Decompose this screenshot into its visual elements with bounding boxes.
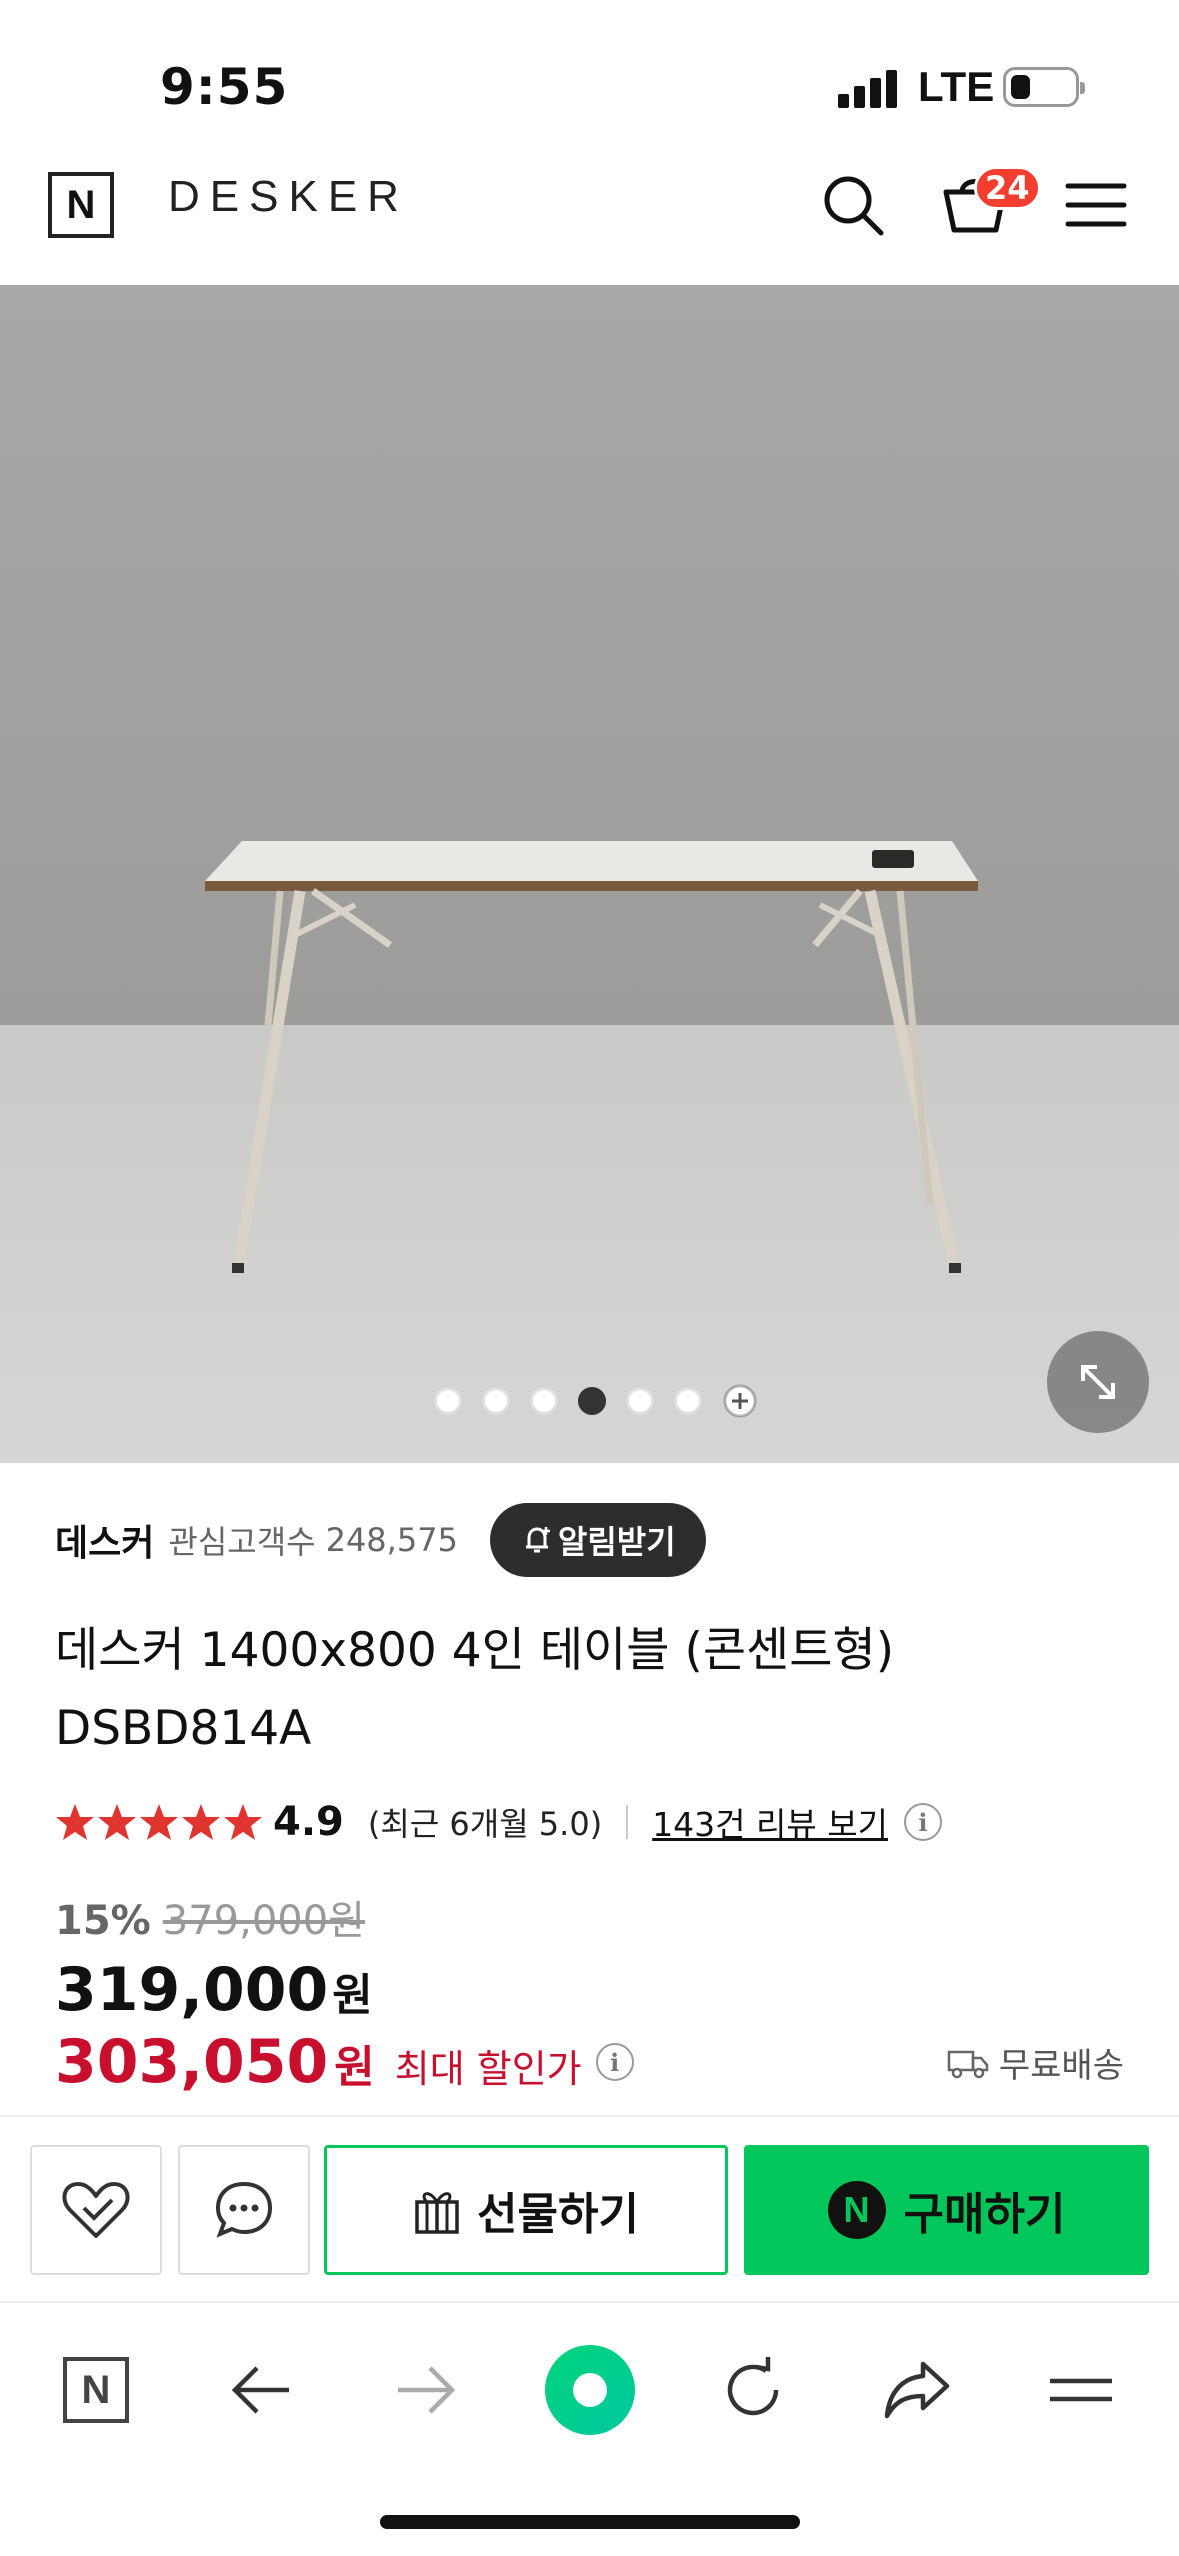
expand-icon bbox=[1081, 1365, 1115, 1399]
menu-icon bbox=[1050, 2378, 1112, 2402]
browser-toolbar: N bbox=[0, 2305, 1179, 2475]
pager-dot[interactable] bbox=[529, 1387, 558, 1415]
share-icon bbox=[884, 2361, 950, 2419]
fans-label: 관심고객수 bbox=[168, 1522, 316, 1561]
wishlist-button[interactable] bbox=[30, 2145, 162, 2275]
site-header: N DESKER 24 bbox=[0, 150, 1179, 285]
cart-count-badge: 24 bbox=[974, 166, 1041, 210]
gift-icon bbox=[415, 2192, 459, 2234]
max-discount-label[interactable]: 최대 할인가 bbox=[395, 2038, 582, 2093]
alert-button-label: 알림받기 bbox=[557, 1522, 676, 1561]
browser-home-button[interactable]: N bbox=[51, 2345, 141, 2435]
fans-count: 248,575 bbox=[325, 1520, 458, 1559]
free-shipping-label: 무료배송 bbox=[998, 2046, 1124, 2086]
more-images-icon[interactable] bbox=[722, 1383, 758, 1419]
browser-menu-button[interactable] bbox=[1036, 2345, 1126, 2435]
rating-stars bbox=[55, 1802, 263, 1842]
menu-icon[interactable] bbox=[1062, 170, 1132, 240]
signal-icon bbox=[838, 68, 898, 108]
product-title: 데스커 1400x800 4인 테이블 (콘센트형) DSBD814A bbox=[55, 1623, 895, 1756]
star-icon bbox=[182, 1804, 220, 1840]
star-icon bbox=[98, 1804, 136, 1840]
green-dot-icon bbox=[545, 2345, 635, 2435]
star-icon bbox=[140, 1804, 178, 1840]
rating-row: 4.9 (최근 6개월 5.0) 143건 리뷰 보기 i bbox=[55, 1792, 942, 1852]
buy-button-label: 구매하기 bbox=[903, 2189, 1066, 2240]
share-button[interactable] bbox=[872, 2345, 962, 2435]
back-button[interactable] bbox=[217, 2345, 307, 2435]
pager-dot[interactable] bbox=[625, 1387, 654, 1415]
star-icon bbox=[224, 1804, 262, 1840]
original-price: 379,000원 bbox=[162, 1898, 365, 1944]
battery-level bbox=[1011, 75, 1030, 99]
arrow-right-icon bbox=[398, 2366, 456, 2414]
naver-pay-logo: N bbox=[827, 2181, 886, 2239]
sale-price: 319,000 bbox=[55, 1955, 329, 2025]
arrow-left-icon bbox=[231, 2366, 289, 2414]
free-shipping: 무료배송 bbox=[947, 2038, 1124, 2087]
product-image[interactable] bbox=[0, 285, 1179, 1463]
gift-button-label: 선물하기 bbox=[477, 2189, 639, 2240]
divider bbox=[626, 1805, 629, 1839]
talk-button[interactable] bbox=[178, 2145, 310, 2275]
brand-name[interactable]: DESKER bbox=[168, 172, 409, 222]
max-discount-row: 303,050 원 최대 할인가 i bbox=[55, 2027, 634, 2097]
home-indicator[interactable] bbox=[380, 2515, 800, 2529]
pager-dot[interactable] bbox=[481, 1387, 510, 1415]
gift-button[interactable]: 선물하기 bbox=[324, 2145, 728, 2275]
info-icon[interactable]: i bbox=[903, 1803, 942, 1841]
rating-score: 4.9 bbox=[273, 1799, 344, 1845]
status-time: 9:55 bbox=[160, 58, 289, 116]
reload-button[interactable] bbox=[708, 2345, 798, 2435]
discount-rate: 15% bbox=[55, 1898, 151, 1944]
rating-recent: (최근 6개월 5.0) bbox=[367, 1805, 603, 1843]
refresh-icon bbox=[727, 2357, 779, 2416]
search-icon[interactable] bbox=[818, 170, 888, 240]
truck-icon bbox=[947, 2050, 989, 2078]
naver-logo: N bbox=[63, 2357, 129, 2423]
battery-icon bbox=[1003, 67, 1085, 107]
network-type: LTE bbox=[918, 63, 995, 110]
status-bar: 9:55 LTE bbox=[0, 0, 1179, 150]
seller-name[interactable]: 데스커 bbox=[55, 1514, 154, 1566]
purchase-action-bar: 선물하기 N 구매하기 bbox=[0, 2115, 1179, 2303]
info-icon[interactable]: i bbox=[595, 2043, 634, 2081]
expand-image-button[interactable] bbox=[1047, 1331, 1149, 1433]
pager-dot[interactable] bbox=[673, 1387, 702, 1415]
review-link[interactable]: 143건 리뷰 보기 bbox=[652, 1798, 888, 1846]
seller-row: 데스커 관심고객수 248,575 알림받기 bbox=[55, 1502, 706, 1577]
alert-subscribe-button[interactable]: 알림받기 bbox=[489, 1502, 706, 1577]
currency: 원 bbox=[334, 2042, 375, 2093]
pager-dot-active[interactable] bbox=[577, 1387, 606, 1415]
max-discount-price: 303,050 bbox=[55, 2027, 329, 2097]
bell-plus-icon bbox=[525, 1526, 550, 1552]
forward-button[interactable] bbox=[380, 2345, 470, 2435]
chat-icon bbox=[215, 2181, 273, 2238]
sale-price-row: 319,000 원 bbox=[55, 1955, 373, 2025]
green-dot-button[interactable] bbox=[545, 2345, 635, 2435]
pager-dot[interactable] bbox=[433, 1387, 462, 1415]
currency: 원 bbox=[332, 1970, 373, 2021]
star-icon bbox=[56, 1804, 94, 1840]
naver-logo[interactable]: N bbox=[48, 172, 114, 238]
buy-button[interactable]: N 구매하기 bbox=[744, 2145, 1149, 2275]
discount-row: 15% 379,000원 bbox=[55, 1888, 365, 1948]
image-pager bbox=[0, 1384, 1179, 1421]
heart-check-icon bbox=[62, 2182, 130, 2238]
